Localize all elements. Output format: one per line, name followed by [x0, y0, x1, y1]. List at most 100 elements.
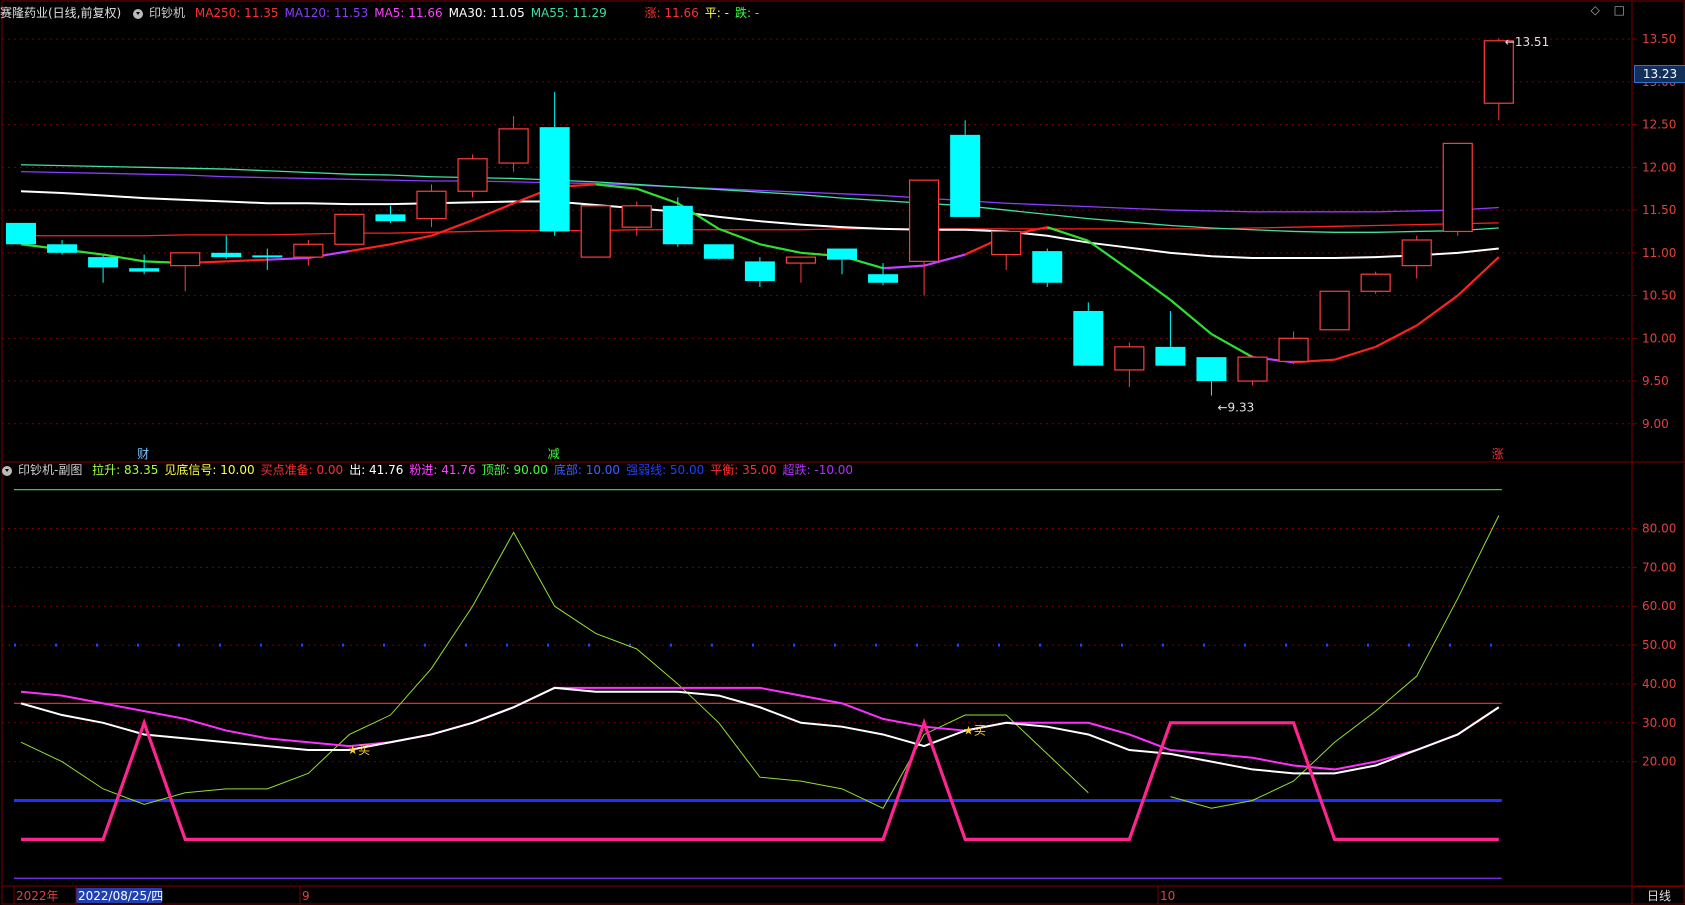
- candle-body-18: [744, 261, 775, 282]
- series-ma30: [20, 190, 1499, 259]
- signal-marker-1: 减: [548, 447, 560, 461]
- series-ma5-seg-29: [1210, 333, 1254, 359]
- status-legend: 涨: 11.66 平: - 跌: -: [645, 6, 766, 20]
- main-tick-label-0: 13.50: [1642, 32, 1676, 46]
- candle-body-25: [1032, 251, 1063, 283]
- sub-label-3: 出: 41.76: [349, 463, 404, 477]
- diamond-icon[interactable]: ◇: [1591, 3, 1600, 17]
- price-annotation-0: ←13.51: [1505, 35, 1549, 49]
- candle-body-7: [293, 243, 324, 258]
- series-ma5-seg-8: [349, 243, 391, 253]
- series-ma5-seg-11: [472, 202, 515, 222]
- sub-label-7: 强弱线: 50.00: [626, 463, 705, 477]
- series-ma5-seg-15: [636, 187, 679, 205]
- candle-body-17: [703, 244, 734, 259]
- ma-legend: MA250: 11.35 MA120: 11.53 MA5: 11.66 MA30: …: [195, 6, 613, 20]
- sub-label-8: 平衡: 35.00: [710, 463, 777, 477]
- candle-body-14: [580, 205, 611, 258]
- main-header: 赛隆药业(日线,前复权) 印钞机 MA250: 11.35 MA120: 11.5…: [0, 4, 771, 22]
- sub-tick-label-6: 20.00: [1642, 755, 1676, 769]
- sub-tick-label-4: 40.00: [1642, 677, 1676, 691]
- series-ma5-seg-32: [1334, 345, 1376, 361]
- sub-series-粉进-0: [20, 686, 1500, 771]
- sub-indicator-title[interactable]: 印钞机-副图: [18, 463, 82, 477]
- sub-tick-label-0: 80.00: [1642, 522, 1676, 536]
- sub-legend: 拉升: 83.35 见底信号: 10.00 买点准备: 0.00 出: 41.76 粉进…: [92, 463, 859, 477]
- sub-tick-label-5: 30.00: [1642, 716, 1676, 730]
- grid-layer: [1, 0, 1685, 905]
- dropdown-circle-icon[interactable]: [133, 8, 144, 19]
- main-tick-label-9: 9.00: [1642, 417, 1669, 431]
- sub-label-1: 见底信号: 10.00: [164, 463, 255, 477]
- candle-body-19: [785, 256, 817, 264]
- x-axis-layer: 2022年 2022/08/25/四 9 10: [13, 886, 1175, 904]
- candle-body-30: [1237, 356, 1268, 382]
- sub-label-6: 底部: 10.00: [553, 463, 621, 477]
- window-controls: ◇ □: [1581, 3, 1625, 17]
- candle-body-10: [416, 190, 447, 220]
- candle-body-15: [621, 205, 652, 228]
- series-ma5-seg-21: [882, 264, 925, 270]
- sub-tick-label-3: 50.00: [1642, 638, 1676, 652]
- current-price-tag: 13.23: [1634, 65, 1685, 83]
- sub-tick-label-1: 70.00: [1642, 560, 1676, 574]
- dropdown-circle-icon[interactable]: [2, 465, 12, 476]
- ma-label-4: MA55: 11.29: [530, 6, 607, 20]
- ma-label-0: MA250: 11.35: [194, 6, 279, 20]
- series-ma5-seg-9: [390, 234, 432, 246]
- sub-label-2: 买点准备: 0.00: [260, 463, 344, 477]
- candle-body-31: [1278, 337, 1309, 362]
- candle-body-23: [950, 134, 981, 217]
- series-ma5-seg-35: [1456, 256, 1500, 297]
- main-tick-label-7: 10.00: [1642, 331, 1676, 345]
- sub-series-拉升-0: [20, 531, 1089, 809]
- main-price-chart[interactable]: ←13.51 ←9.33 财 减 涨: [6, 35, 1549, 461]
- series-ma5-seg-5: [226, 258, 268, 263]
- ma-label-1: MA120: 11.53: [284, 6, 369, 20]
- main-tick-label-5: 11.00: [1642, 246, 1676, 260]
- candle-body-4: [170, 252, 201, 267]
- indicator-name[interactable]: 印钞机: [149, 6, 185, 20]
- candle-body-24: [991, 230, 1022, 256]
- candle-body-32: [1319, 290, 1350, 331]
- sub-label-4: 粉进: 41.76: [409, 463, 476, 477]
- chart-frame: ←13.51←9.33财减涨 ★买★买 13.5013.0012.5012.00…: [1, 0, 1685, 905]
- stock-title[interactable]: 赛隆药业(日线,前复权): [0, 6, 121, 20]
- square-icon[interactable]: □: [1614, 3, 1625, 17]
- candle-body-6: [252, 255, 283, 258]
- series-ma5-seg-33: [1375, 324, 1418, 348]
- outer-border: [1, 0, 1685, 905]
- x-label-1: 2022/08/25/四: [78, 889, 163, 903]
- series-ma5-seg-10: [431, 219, 473, 237]
- candle-body-35: [1442, 142, 1473, 233]
- candle-body-3: [129, 268, 160, 272]
- main-tick-label-2: 12.50: [1642, 118, 1676, 132]
- candle-body-20: [827, 248, 857, 260]
- sub-header: 印钞机-副图 拉升: 83.35 见底信号: 10.00 买点准备: 0.00 出: …: [0, 461, 865, 479]
- candle-body-11: [457, 158, 488, 192]
- x-label-0: 2022年: [16, 889, 59, 903]
- candle-body-36: [1483, 40, 1514, 104]
- signal-marker-0: 财: [137, 447, 149, 461]
- candle-body-28: [1155, 346, 1186, 366]
- status-label-2: 跌: -: [735, 6, 760, 20]
- candle-body-27: [1114, 346, 1145, 371]
- y-axis-layer: 13.5013.0012.5012.0011.5011.0010.5010.00…: [1632, 32, 1676, 769]
- signal-marker-2: 涨: [1492, 446, 1504, 461]
- sub-label-5: 顶部: 90.00: [481, 463, 548, 477]
- ma-label-2: MA5: 11.66: [374, 6, 443, 20]
- price-annotation-1: ←9.33: [1217, 401, 1254, 415]
- series-ma5-seg-18: [759, 243, 802, 254]
- series-ma5-seg-17: [718, 227, 761, 246]
- series-ma250: [21, 222, 1499, 237]
- period-label[interactable]: 日线: [1634, 886, 1684, 905]
- series-ma5-seg-34: [1416, 294, 1459, 327]
- candle-body-13: [539, 127, 570, 232]
- series-ma5-seg-28: [1169, 298, 1213, 335]
- x-label-3: 10: [1160, 889, 1175, 903]
- candle-body-5: [211, 252, 242, 258]
- status-label-0: 涨: 11.66: [644, 6, 699, 20]
- x-label-2: 9: [302, 889, 310, 903]
- ma-label-3: MA30: 11.05: [448, 6, 525, 20]
- candle-body-9: [375, 214, 406, 222]
